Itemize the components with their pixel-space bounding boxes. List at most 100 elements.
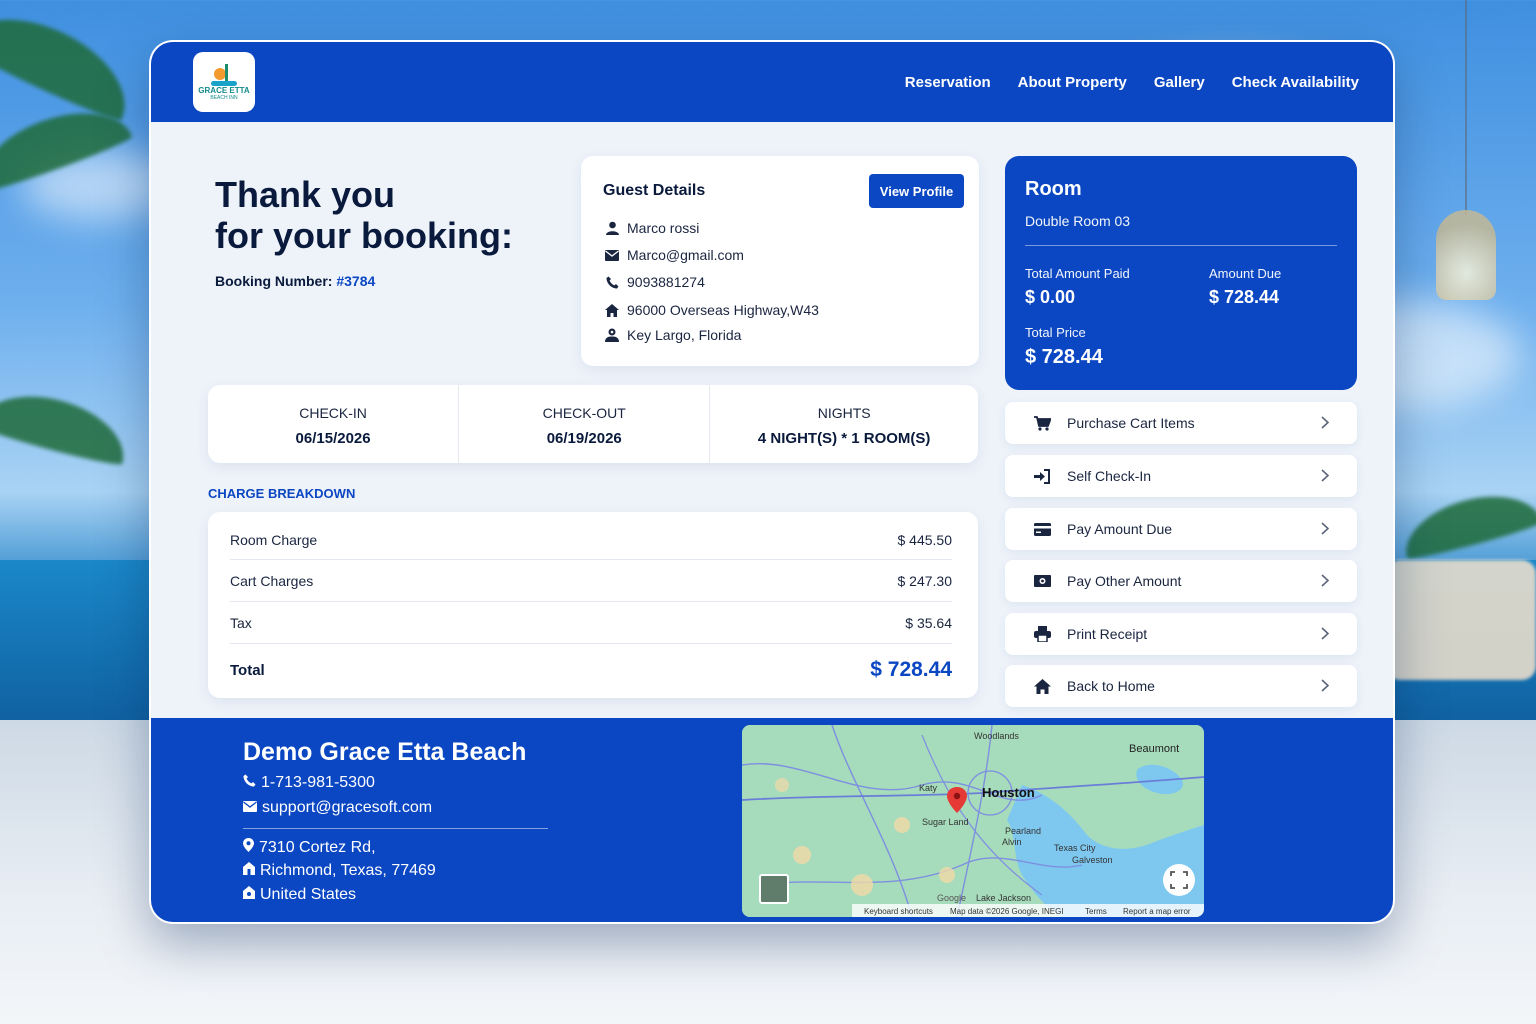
- charge-label: Tax: [230, 615, 252, 631]
- lamp-wire: [1465, 0, 1467, 215]
- keyboard-shortcuts-link[interactable]: Keyboard shortcuts: [864, 907, 933, 916]
- footer-country: United States: [260, 886, 357, 903]
- booking-number-value: #3784: [336, 273, 376, 289]
- footer-city: Richmond, Texas, 77469: [260, 862, 436, 879]
- map-label-sugar-land: Sugar Land: [922, 817, 969, 827]
- map-label-pearland: Pearland: [1005, 826, 1041, 836]
- map-label-galveston: Galveston: [1072, 855, 1113, 865]
- report-map-error-link[interactable]: Report a map error: [1123, 907, 1191, 916]
- palm-logo-icon: [211, 63, 237, 86]
- country-icon: [243, 886, 255, 904]
- footer-phone[interactable]: 1-713-981-5300: [261, 774, 375, 792]
- map-canvas[interactable]: Woodlands Beaumont Houston Katy Sugar La…: [742, 725, 1204, 917]
- envelope-icon: [243, 799, 257, 817]
- guest-address-row: 96000 Overseas Highway,W43: [605, 302, 819, 318]
- total-paid-value: $ 0.00: [1025, 287, 1076, 307]
- charge-breakdown-table: Room Charge $ 445.50 Cart Charges $ 247.…: [208, 512, 978, 698]
- map-label-houston: Houston: [982, 785, 1035, 800]
- purchase-cart-items-button[interactable]: Purchase Cart Items: [1005, 402, 1357, 444]
- guest-name-row: Marco rossi: [605, 220, 699, 236]
- footer-email-row: support@gracesoft.com: [243, 799, 432, 817]
- guest-email: Marco@gmail.com: [627, 247, 744, 263]
- charge-total-row: Total $ 728.44: [230, 658, 952, 682]
- action-label: Pay Amount Due: [1067, 521, 1173, 537]
- credit-card-icon: [1033, 520, 1051, 538]
- checkout-label: CHECK-OUT: [542, 405, 626, 421]
- total-label: Total: [230, 661, 265, 679]
- nav-reservation[interactable]: Reservation: [905, 74, 991, 91]
- charge-value: $ 445.50: [897, 532, 953, 548]
- map-label-alvin: Alvin: [1002, 837, 1022, 847]
- nav-check-availability[interactable]: Check Availability: [1232, 74, 1359, 91]
- title-line-2: for your booking:: [215, 215, 513, 256]
- charge-label: Room Charge: [230, 532, 318, 548]
- footer: Demo Grace Etta Beach 1-713-981-5300 sup…: [151, 718, 1393, 922]
- amount-due-label: Amount Due: [1209, 266, 1282, 281]
- home-icon: [1033, 677, 1051, 695]
- row-divider: [230, 559, 952, 560]
- guest-details-card: Guest Details View Profile Marco rossi M…: [581, 156, 979, 366]
- map-layer-toggle[interactable]: [759, 874, 789, 904]
- footer-email[interactable]: support@gracesoft.com: [262, 799, 432, 817]
- charge-value: $ 247.30: [897, 573, 953, 589]
- chevron-right-icon: [1321, 469, 1331, 483]
- action-label: Purchase Cart Items: [1067, 415, 1195, 431]
- printer-icon: [1033, 625, 1051, 643]
- logo[interactable]: GRACE ETTA BEACH INN: [193, 52, 255, 112]
- total-paid-label: Total Amount Paid: [1025, 266, 1130, 281]
- chevron-right-icon: [1321, 574, 1331, 588]
- map-label-katy: Katy: [919, 783, 938, 793]
- nights-value: 4 NIGHT(S) * 1 ROOM(S): [757, 430, 931, 447]
- nav-gallery[interactable]: Gallery: [1154, 74, 1205, 91]
- map-label-beaumont: Beaumont: [1129, 743, 1179, 755]
- charge-breakdown-title: CHARGE BREAKDOWN: [208, 486, 356, 501]
- money-icon: [1033, 572, 1051, 590]
- nights-label: NIGHTS: [817, 405, 871, 421]
- room-summary-panel: Room Double Room 03 Total Amount Paid $ …: [1005, 156, 1357, 390]
- palm-leaf: [0, 0, 145, 126]
- nav-about-property[interactable]: About Property: [1018, 74, 1127, 91]
- action-label: Pay Other Amount: [1067, 573, 1182, 589]
- charge-row: Tax $ 35.64: [230, 615, 952, 631]
- logo-text: GRACE ETTA: [198, 85, 250, 95]
- location-map[interactable]: Woodlands Beaumont Houston Katy Sugar La…: [742, 725, 1204, 917]
- user-icon: [605, 221, 619, 235]
- pay-other-amount-button[interactable]: Pay Other Amount: [1005, 560, 1357, 602]
- fullscreen-icon[interactable]: [1163, 864, 1195, 896]
- self-check-in-button[interactable]: Self Check-In: [1005, 455, 1357, 497]
- map-label-lake-jackson: Lake Jackson: [976, 893, 1031, 903]
- palm-leaf: [0, 381, 134, 469]
- envelope-icon: [605, 248, 619, 262]
- booking-number-label: Booking Number:: [215, 273, 333, 289]
- total-price-value: $ 728.44: [1025, 346, 1103, 368]
- pendant-lamp: [1436, 210, 1496, 300]
- footer-divider: [243, 828, 548, 829]
- map-pin-icon: [243, 838, 254, 857]
- phone-icon: [605, 275, 619, 289]
- terms-link[interactable]: Terms: [1085, 907, 1107, 916]
- guest-name: Marco rossi: [627, 220, 700, 236]
- map-label-texas-city: Texas City: [1054, 843, 1096, 853]
- action-label: Self Check-In: [1067, 468, 1152, 484]
- action-label: Back to Home: [1067, 678, 1155, 694]
- print-receipt-button[interactable]: Print Receipt: [1005, 613, 1357, 655]
- checkout-column: CHECK-OUT 06/19/2026: [459, 385, 711, 463]
- row-divider: [230, 601, 952, 602]
- palm-leaf: [1396, 482, 1536, 563]
- chevron-right-icon: [1321, 627, 1331, 641]
- total-value: $ 728.44: [870, 658, 952, 681]
- guest-city-row: Key Largo, Florida: [605, 327, 741, 343]
- view-profile-button[interactable]: View Profile: [869, 174, 964, 208]
- charge-row: Cart Charges $ 247.30: [230, 573, 952, 589]
- guest-phone: 9093881274: [627, 274, 705, 290]
- pay-amount-due-button[interactable]: Pay Amount Due: [1005, 508, 1357, 550]
- phone-icon: [243, 774, 256, 792]
- back-to-home-button[interactable]: Back to Home: [1005, 665, 1357, 707]
- checkin-label: CHECK-IN: [299, 405, 367, 421]
- room-title: Room: [1025, 178, 1082, 200]
- footer-city-row: Richmond, Texas, 77469: [243, 862, 436, 880]
- background-sofa: [1386, 560, 1536, 680]
- total-price-label: Total Price: [1025, 325, 1086, 340]
- stay-dates: CHECK-IN 06/15/2026 CHECK-OUT 06/19/2026…: [208, 385, 978, 463]
- footer-street-row: 7310 Cortez Rd,: [243, 838, 376, 857]
